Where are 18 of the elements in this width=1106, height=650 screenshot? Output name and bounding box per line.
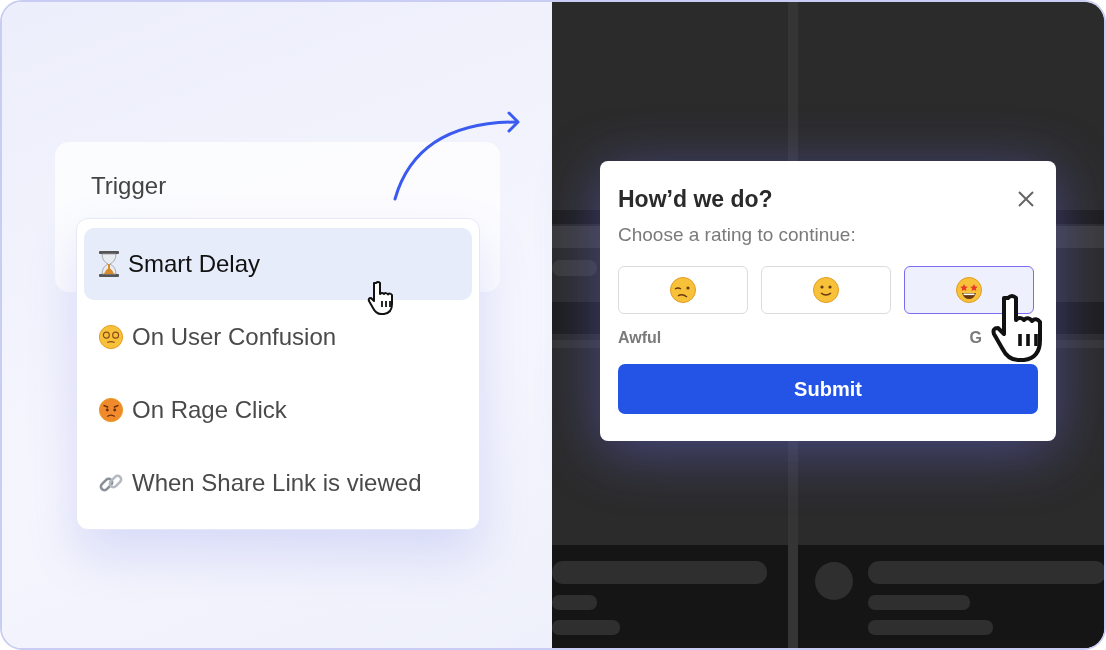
dropdown-option[interactable]: When Share Link is viewed	[84, 447, 472, 519]
angry-face-icon	[98, 397, 124, 423]
dialog-subtitle: Choose a rating to continue:	[618, 225, 857, 244]
scale-low-label: Awful	[618, 330, 662, 346]
smiling-face-icon	[812, 276, 840, 304]
close-icon	[1018, 191, 1034, 207]
scale-high-label: G	[969, 330, 982, 346]
rating-option[interactable]	[904, 266, 1034, 314]
submit-button[interactable]: Submit	[618, 364, 1038, 414]
star-eyes-face-icon	[955, 276, 983, 304]
dropdown-option[interactable]: Smart Delay	[84, 228, 472, 300]
dropdown-option[interactable]: On Rage Click	[84, 374, 472, 446]
woozy-face-icon	[669, 276, 697, 304]
hourglass-icon	[98, 250, 120, 278]
dizzy-face-icon	[98, 324, 124, 350]
dialog-title: How’d we do?	[618, 187, 773, 211]
dropdown-option[interactable]: On User Confusion	[84, 301, 472, 373]
trigger-label: Trigger	[91, 174, 168, 198]
